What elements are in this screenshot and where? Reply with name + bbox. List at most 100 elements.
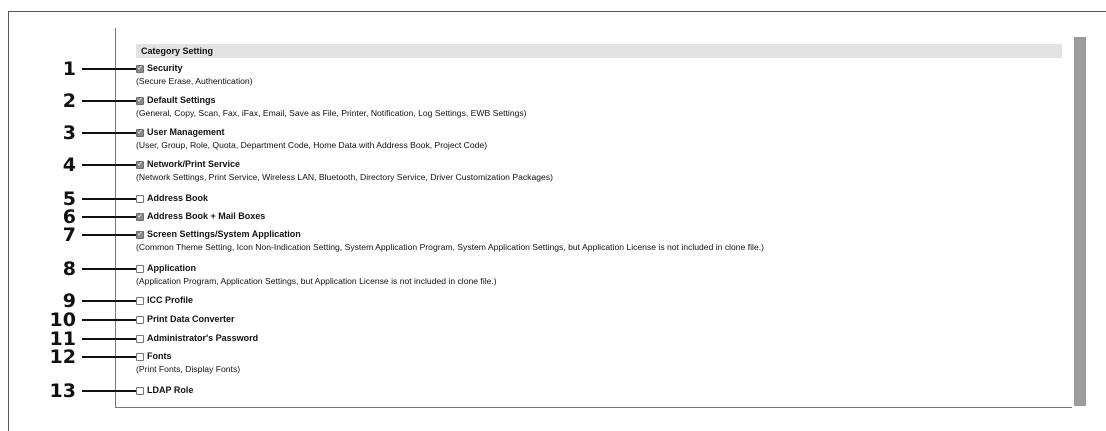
callout-marker: 2: [48, 90, 136, 112]
callout-leader-line: [82, 164, 136, 166]
callout-number: 3: [62, 122, 76, 144]
callout-marker: 12: [48, 346, 136, 368]
category-row[interactable]: ✓ User Management: [136, 127, 487, 138]
category-item: ✓LDAP Role: [136, 385, 193, 396]
category-checkbox[interactable]: ✓: [136, 386, 144, 395]
category-label: Application: [147, 263, 196, 273]
category-checkbox[interactable]: ✓: [136, 334, 144, 343]
category-label: Security: [147, 63, 183, 73]
category-label: Administrator's Password: [147, 333, 259, 343]
category-row[interactable]: ✓ Screen Settings/System Application: [136, 229, 764, 240]
category-label: Default Settings: [147, 95, 216, 105]
category-row[interactable]: ✓ICC Profile: [136, 295, 193, 306]
category-checkbox[interactable]: ✓: [136, 64, 144, 73]
category-label: Network/Print Service: [147, 159, 241, 169]
category-description: (Application Program, Application Settin…: [136, 276, 497, 286]
callout-leader-line: [82, 300, 136, 302]
category-item: ✓Address Book: [136, 193, 208, 204]
callout-leader-line: [82, 390, 136, 392]
category-label: Address Book: [147, 193, 209, 203]
category-row[interactable]: ✓Administrator's Password: [136, 333, 258, 344]
category-row[interactable]: ✓LDAP Role: [136, 385, 193, 396]
category-item: ✓ Address Book + Mail Boxes: [136, 211, 265, 222]
category-description: (User, Group, Role, Quota, Department Co…: [136, 140, 488, 150]
category-item: ✓ Network/Print Service (Network Settings,…: [136, 159, 553, 183]
category-item: ✓ Screen Settings/System Application (Comm…: [136, 229, 764, 253]
category-checkbox[interactable]: ✓: [136, 352, 144, 361]
callout-marker: 9: [48, 290, 136, 312]
category-checkbox[interactable]: ✓: [136, 315, 144, 324]
callout-marker: 13: [48, 380, 136, 402]
category-label: User Management: [147, 127, 225, 137]
callout-leader-line: [82, 338, 136, 340]
callout-number: 12: [49, 346, 76, 368]
category-description: (Common Theme Setting, Icon Non-Indicati…: [136, 242, 764, 252]
callout-number: 9: [62, 290, 76, 312]
category-checkbox[interactable]: ✓: [136, 128, 144, 137]
callout-marker: 7: [48, 224, 136, 246]
callout-number: 2: [62, 90, 76, 112]
category-row[interactable]: ✓Address Book: [136, 193, 208, 204]
category-checkbox[interactable]: ✓: [136, 230, 144, 239]
category-row[interactable]: ✓Print Data Converter: [136, 314, 235, 325]
callout-number: 1: [62, 58, 76, 80]
checkmark-icon: ✓: [137, 65, 143, 72]
callout-leader-line: [82, 268, 136, 270]
category-label: LDAP Role: [147, 385, 194, 395]
category-row[interactable]: ✓ Address Book + Mail Boxes: [136, 211, 265, 222]
callout-number: 8: [62, 258, 76, 280]
category-item: ✓ICC Profile: [136, 295, 193, 306]
checkmark-icon: ✓: [137, 97, 143, 104]
category-row[interactable]: ✓Application: [136, 263, 497, 274]
category-label: Address Book + Mail Boxes: [147, 211, 266, 221]
callout-leader-line: [82, 100, 136, 102]
callout-leader-line: [82, 216, 136, 218]
callout-leader-line: [82, 319, 136, 321]
category-row[interactable]: ✓ Security: [136, 63, 253, 74]
callout-leader-line: [82, 198, 136, 200]
category-label: Print Data Converter: [147, 314, 235, 324]
callout-marker: 8: [48, 258, 136, 280]
callout-number: 7: [62, 224, 76, 246]
category-item: ✓ Security (Secure Erase, Authentication): [136, 63, 253, 87]
category-item: ✓Application (Application Program, Applic…: [136, 263, 497, 287]
category-row[interactable]: ✓Fonts: [136, 351, 240, 362]
vertical-scrollbar[interactable]: [1074, 37, 1086, 406]
category-checkbox[interactable]: ✓: [136, 296, 144, 305]
category-row[interactable]: ✓ Network/Print Service: [136, 159, 553, 170]
section-title: Category Setting: [141, 46, 214, 56]
checkmark-icon: ✓: [137, 129, 143, 136]
category-label: Screen Settings/System Application: [147, 229, 301, 239]
category-item: ✓Administrator's Password: [136, 333, 258, 344]
category-description: (Secure Erase, Authentication): [136, 76, 253, 86]
category-checkbox[interactable]: ✓: [136, 96, 144, 105]
checkmark-icon: ✓: [137, 161, 143, 168]
category-description: (General, Copy, Scan, Fax, iFax, Email, …: [136, 108, 527, 118]
category-description: (Print Fonts, Display Fonts): [136, 364, 241, 374]
callout-marker: 10: [48, 309, 136, 331]
callout-marker: 3: [48, 122, 136, 144]
callout-leader-line: [82, 356, 136, 358]
callout-number: 10: [49, 309, 76, 331]
callout-leader-line: [82, 234, 136, 236]
checkmark-icon: ✓: [137, 213, 143, 220]
callout-number: 4: [62, 154, 76, 176]
category-item: ✓ Default Settings (General, Copy, Scan, F…: [136, 95, 527, 119]
callout-marker: 1: [48, 58, 136, 80]
category-label: Fonts: [147, 351, 172, 361]
category-description: (Network Settings, Print Service, Wirele…: [136, 172, 553, 182]
category-row[interactable]: ✓ Default Settings: [136, 95, 527, 106]
category-item: ✓Fonts (Print Fonts, Display Fonts): [136, 351, 240, 375]
category-checkbox[interactable]: ✓: [136, 264, 144, 273]
category-checkbox[interactable]: ✓: [136, 212, 144, 221]
category-label: ICC Profile: [147, 295, 194, 305]
callout-number: 13: [49, 380, 76, 402]
callout-marker: 4: [48, 154, 136, 176]
checkmark-icon: ✓: [137, 231, 143, 238]
callout-leader-line: [82, 68, 136, 70]
category-item: ✓ User Management (User, Group, Role, Quot…: [136, 127, 487, 151]
category-checkbox[interactable]: ✓: [136, 160, 144, 169]
category-item: ✓Print Data Converter: [136, 314, 235, 325]
category-checkbox[interactable]: ✓: [136, 194, 144, 203]
section-header: Category Setting: [136, 44, 1062, 58]
